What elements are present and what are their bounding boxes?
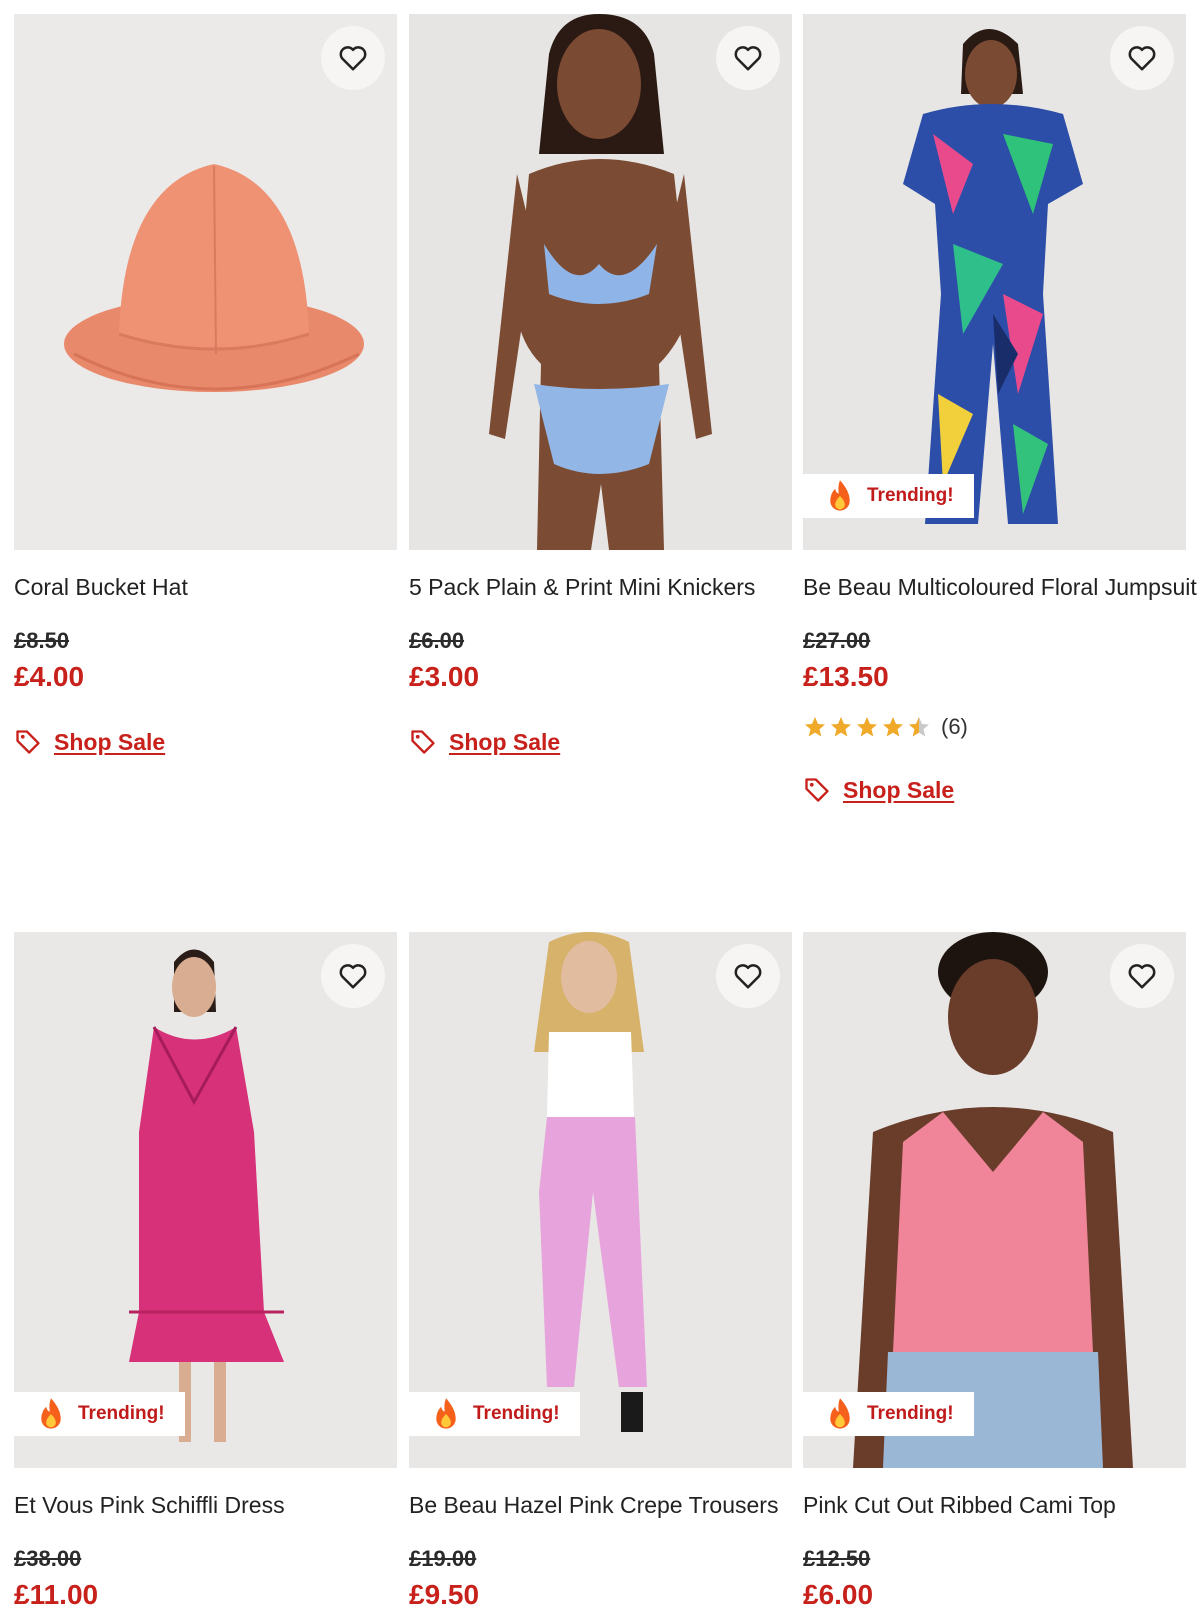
- trending-badge: Trending!: [409, 1392, 580, 1436]
- sale-price: £6.00: [803, 1579, 874, 1610]
- product-title[interactable]: Be Beau Hazel Pink Crepe Trousers: [409, 1490, 792, 1520]
- heart-icon: [734, 964, 762, 989]
- flame-icon: [41, 1398, 61, 1429]
- tag-icon: [16, 730, 40, 754]
- sale-price: £3.00: [409, 661, 480, 692]
- original-price: £27.00: [803, 628, 871, 653]
- product-card[interactable]: Trending! Et Vous Pink Schiffli Dress £3…: [14, 932, 397, 1612]
- tag-icon: [805, 778, 829, 802]
- wishlist-button[interactable]: [1110, 944, 1174, 1008]
- shop-sale-label: Shop Sale: [843, 776, 955, 803]
- floral-jumpsuit-model-image: [803, 14, 1186, 550]
- original-price: £8.50: [14, 628, 70, 653]
- trending-label: Trending!: [867, 485, 954, 506]
- product-image[interactable]: Trending!: [803, 932, 1186, 1468]
- review-count: (6): [941, 714, 968, 739]
- trending-badge: Trending!: [803, 474, 974, 518]
- wishlist-button[interactable]: [716, 26, 780, 90]
- product-image[interactable]: Trending!: [14, 932, 397, 1468]
- trending-badge: Trending!: [14, 1392, 185, 1436]
- wishlist-button[interactable]: [321, 944, 385, 1008]
- star-icon: [831, 717, 851, 737]
- half-star-icon: [909, 717, 929, 737]
- sale-price: £13.50: [803, 661, 889, 692]
- heart-icon: [1128, 964, 1156, 989]
- product-title[interactable]: Et Vous Pink Schiffli Dress: [14, 1490, 397, 1520]
- tag-icon: [411, 730, 435, 754]
- trending-label: Trending!: [473, 1403, 560, 1424]
- sale-price: £9.50: [409, 1579, 480, 1610]
- heart-icon: [1128, 46, 1156, 71]
- wishlist-button[interactable]: [321, 26, 385, 90]
- original-price: £38.00: [14, 1546, 82, 1571]
- product-rating[interactable]: (6): [803, 712, 1186, 742]
- product-image[interactable]: Trending!: [409, 932, 792, 1468]
- star-icon: [805, 717, 825, 737]
- product-image[interactable]: [14, 14, 397, 550]
- product-title[interactable]: Be Beau Multicoloured Floral Jumpsuit: [803, 572, 1197, 602]
- shop-sale-label: Shop Sale: [449, 728, 561, 755]
- shop-sale-link[interactable]: Shop Sale: [409, 728, 792, 756]
- wishlist-button[interactable]: [716, 944, 780, 1008]
- trending-label: Trending!: [867, 1403, 954, 1424]
- coral-bucket-hat-image: [14, 14, 397, 550]
- sale-price: £11.00: [14, 1579, 99, 1610]
- wishlist-button[interactable]: [1110, 26, 1174, 90]
- flame-icon: [436, 1398, 456, 1429]
- pink-cami-top-model-image: [803, 932, 1186, 1468]
- star-icon: [857, 717, 877, 737]
- blue-bikini-model-image: [409, 14, 792, 550]
- star-icon: [883, 717, 903, 737]
- original-price: £6.00: [409, 628, 465, 653]
- product-card[interactable]: Trending! Be Beau Hazel Pink Crepe Trous…: [409, 932, 792, 1612]
- shop-sale-link[interactable]: Shop Sale: [14, 728, 397, 756]
- product-card[interactable]: Coral Bucket Hat £8.50 £4.00 Shop Sale: [14, 14, 397, 756]
- product-image[interactable]: Trending!: [803, 14, 1186, 550]
- flame-icon: [830, 1398, 850, 1429]
- product-card[interactable]: Trending! Pink Cut Out Ribbed Cami Top £…: [803, 932, 1186, 1612]
- pink-trousers-model-image: [409, 932, 792, 1468]
- original-price: £12.50: [803, 1546, 871, 1571]
- trending-badge: Trending!: [803, 1392, 974, 1436]
- product-card[interactable]: 5 Pack Plain & Print Mini Knickers £6.00…: [409, 14, 792, 756]
- product-card[interactable]: Trending! Be Beau Multicoloured Floral J…: [803, 14, 1197, 804]
- product-image[interactable]: [409, 14, 792, 550]
- pink-schiffli-dress-model-image: [14, 932, 397, 1468]
- flame-icon: [830, 480, 850, 511]
- sale-price: £4.00: [14, 661, 85, 692]
- product-title[interactable]: Coral Bucket Hat: [14, 572, 397, 602]
- original-price: £19.00: [409, 1546, 477, 1571]
- shop-sale-label: Shop Sale: [54, 728, 166, 755]
- trending-label: Trending!: [78, 1403, 165, 1424]
- shop-sale-link[interactable]: Shop Sale: [803, 776, 1186, 804]
- heart-icon: [339, 46, 367, 71]
- star-rating: [803, 715, 931, 739]
- product-title[interactable]: 5 Pack Plain & Print Mini Knickers: [409, 572, 792, 602]
- product-title[interactable]: Pink Cut Out Ribbed Cami Top: [803, 1490, 1186, 1520]
- heart-icon: [339, 964, 367, 989]
- heart-icon: [734, 46, 762, 71]
